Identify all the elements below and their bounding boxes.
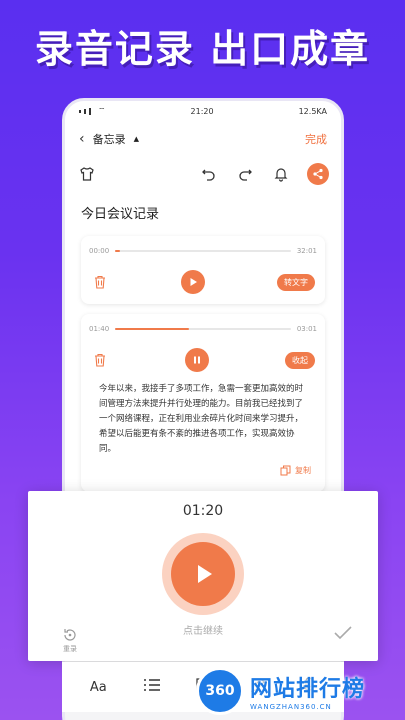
- rec2-pause-button[interactable]: [185, 348, 209, 372]
- rec1-delete-icon[interactable]: [91, 273, 109, 291]
- recording-card-2: 01:40 03:01 收起 今年以来，我接手了多项工作，急需一套更加高效的时间…: [81, 314, 325, 492]
- watermark-logo: 360 网站排行榜 WANGZHAN360.CN: [196, 662, 405, 720]
- recorder-hint: 点击继续: [183, 626, 223, 637]
- promo-headline: 录音记录 出口成章: [34, 27, 371, 71]
- nav-bar: ‹ 备忘录 ▲ 完成: [65, 121, 341, 157]
- font-button[interactable]: Aa: [90, 680, 107, 695]
- transcribe-button[interactable]: 转文字: [277, 273, 315, 291]
- share-icon[interactable]: [307, 163, 329, 185]
- watermark-en: WANGZHAN360.CN: [250, 703, 332, 711]
- back-icon[interactable]: ‹: [79, 131, 85, 147]
- caret-up-icon[interactable]: ▲: [134, 135, 139, 143]
- list-icon[interactable]: [143, 678, 161, 696]
- rec1-play-button[interactable]: [181, 270, 205, 294]
- recorder-time: 01:20: [182, 503, 224, 519]
- transcript-text[interactable]: 今年以来，我接手了多项工作，急需一套更加高效的时间管理方法来提升并行处理的能力。…: [89, 372, 317, 461]
- rec1-seek-bar[interactable]: [115, 250, 291, 252]
- check-icon[interactable]: [333, 625, 353, 645]
- rec2-end-time: 03:01: [296, 325, 317, 333]
- watermark-badge: 360: [196, 667, 244, 715]
- theme-shirt-icon[interactable]: [77, 164, 97, 184]
- rec1-end-time: 32:01: [296, 247, 317, 255]
- copy-button[interactable]: 复制: [89, 461, 317, 482]
- rec1-start-time: 00:00: [89, 247, 110, 255]
- watermark-cn: 网站排行榜: [250, 677, 366, 702]
- editor-toolbar: [65, 157, 341, 191]
- bell-icon[interactable]: [271, 164, 291, 184]
- status-bar: ⌔ 21:20 12.5KA: [65, 101, 341, 121]
- note-title[interactable]: 今日会议记录: [75, 199, 331, 236]
- recorder-play-button[interactable]: [162, 533, 244, 615]
- note-content: 今日会议记录 00:00 32:01 转文字 01:40 03:01 收起 今年…: [65, 191, 341, 512]
- redo-icon[interactable]: [235, 164, 255, 184]
- status-time: 21:20: [190, 106, 214, 116]
- play-icon: [198, 565, 212, 583]
- signal-icon: ⌔: [79, 106, 106, 116]
- recording-card-1: 00:00 32:01 转文字: [81, 236, 325, 304]
- undo-icon[interactable]: [199, 164, 219, 184]
- rec2-progress: [115, 328, 189, 330]
- nav-title[interactable]: 备忘录: [93, 131, 126, 147]
- copy-label: 复制: [295, 466, 311, 475]
- done-button[interactable]: 完成: [305, 131, 327, 147]
- recorder-panel: 01:20 点击继续 重录: [28, 491, 378, 661]
- rerecord-icon: [64, 629, 76, 641]
- rec2-seek-bar[interactable]: [115, 328, 291, 330]
- rec2-delete-icon[interactable]: [91, 351, 109, 369]
- status-right: 12.5KA: [298, 106, 327, 116]
- rec2-start-time: 01:40: [89, 325, 110, 333]
- rec1-progress: [115, 250, 121, 252]
- collapse-button[interactable]: 收起: [285, 351, 315, 369]
- rerecord-button[interactable]: 重录: [62, 627, 78, 654]
- copy-icon: [280, 465, 291, 476]
- rerecord-label: 重录: [63, 645, 77, 653]
